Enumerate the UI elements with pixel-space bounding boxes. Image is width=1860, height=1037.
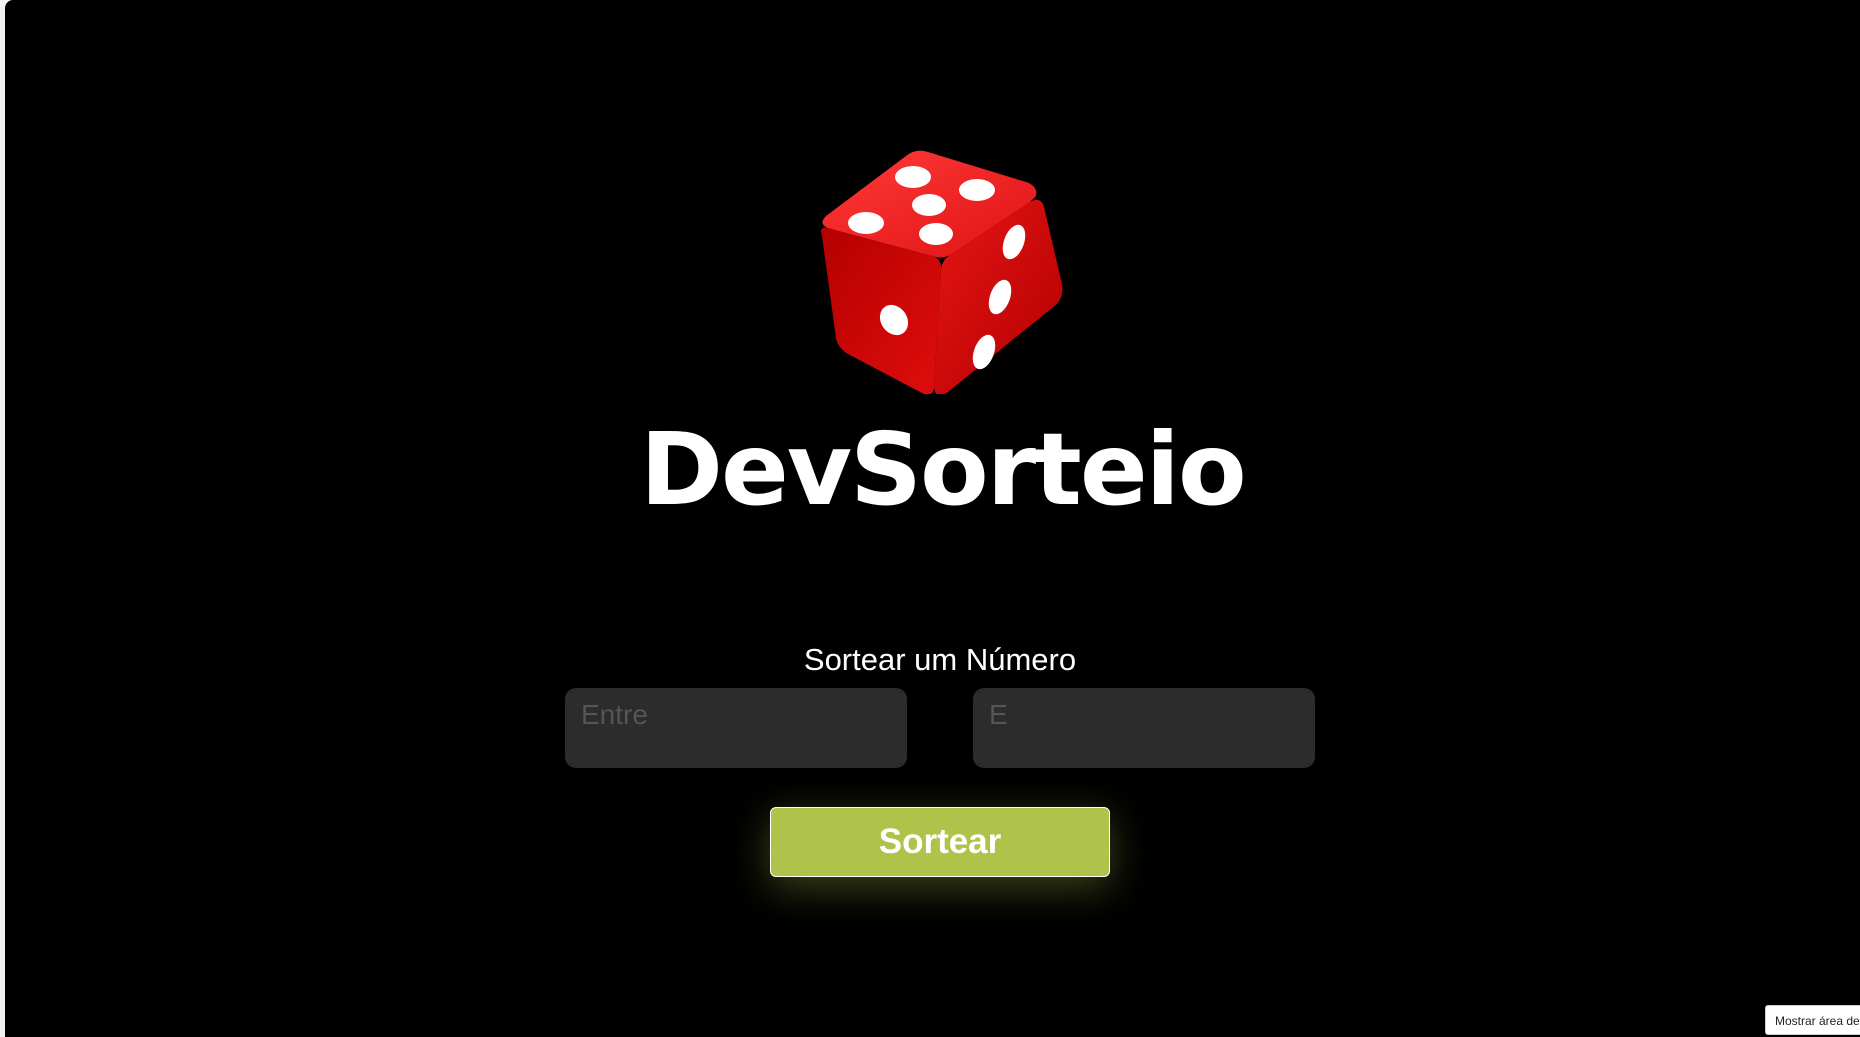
draw-button[interactable]: Sortear xyxy=(770,807,1110,877)
range-end-input[interactable] xyxy=(973,688,1315,768)
red-dice-icon xyxy=(820,150,1063,394)
desktop-tooltip: Mostrar área de xyxy=(1765,1005,1860,1035)
subtitle: Sortear um Número xyxy=(803,642,1077,677)
app-title: DevSorteio xyxy=(640,411,1247,528)
range-start-input[interactable] xyxy=(565,688,907,768)
